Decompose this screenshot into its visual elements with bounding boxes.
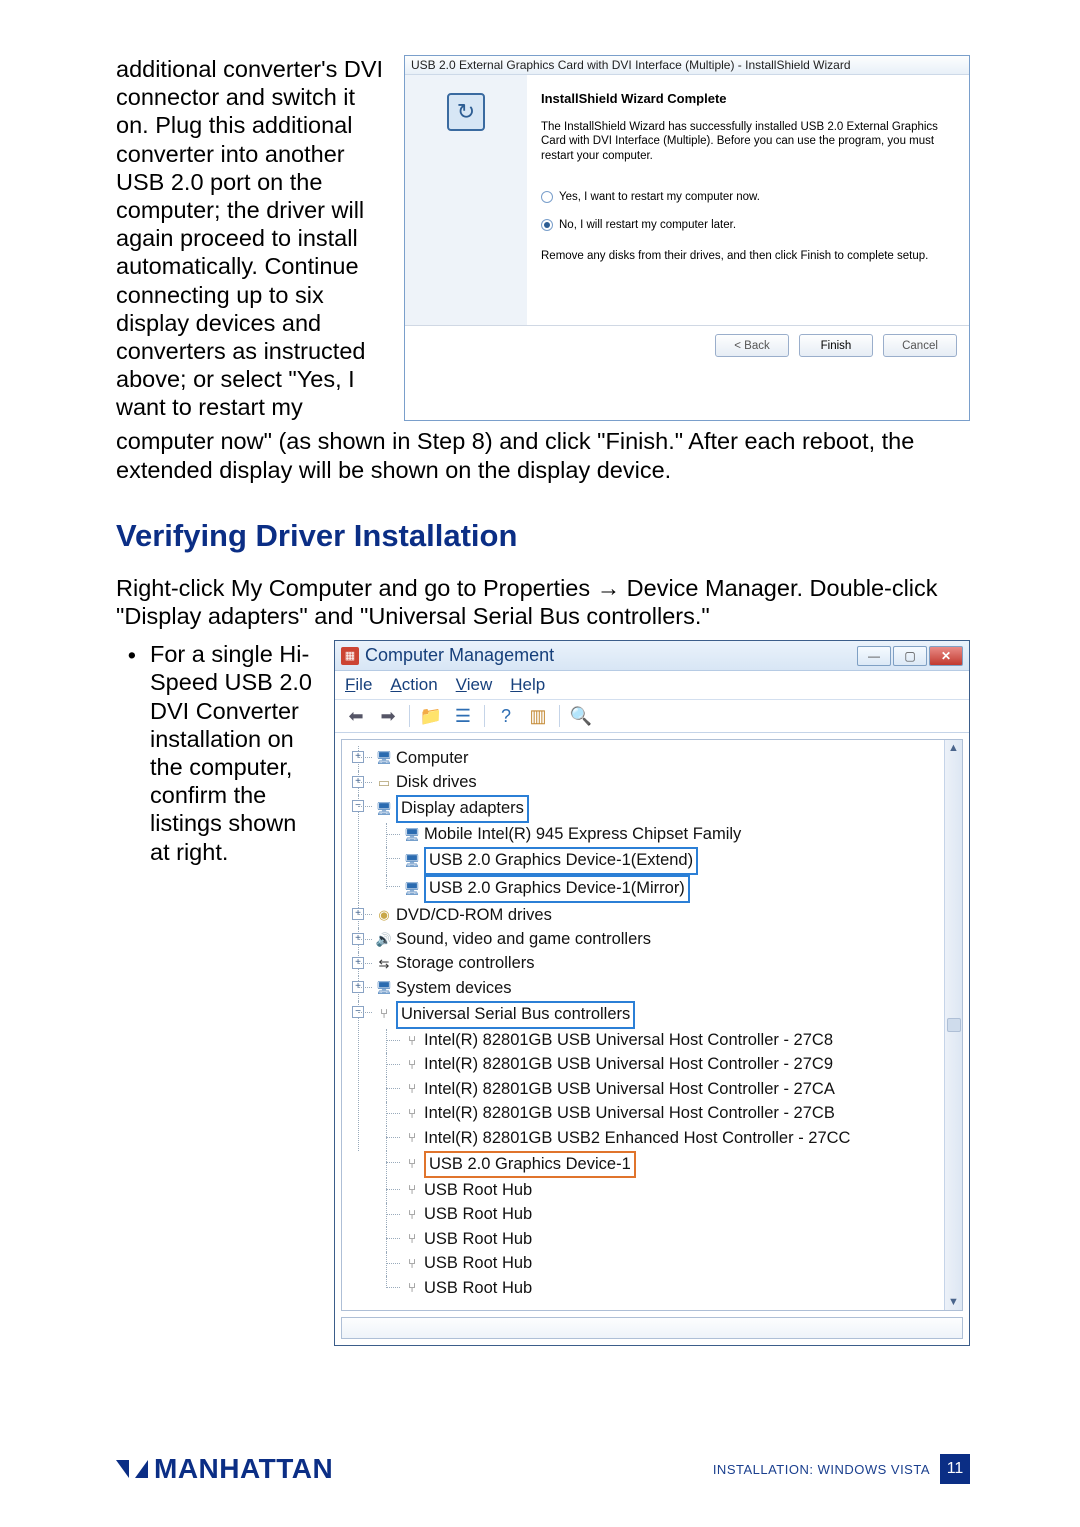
wizard-description: The InstallShield Wizard has successfull…	[541, 120, 955, 163]
menu-help[interactable]: Help	[510, 675, 545, 695]
back-button: < Back	[715, 334, 789, 357]
cd-icon: ◉	[376, 908, 392, 924]
tree-sound[interactable]: +🔊Sound, video and game controllers	[348, 928, 958, 952]
wizard-icon: ↻	[447, 93, 485, 131]
finish-button[interactable]: Finish	[799, 334, 873, 357]
bullet-marker: •	[116, 640, 136, 1346]
adapter-icon: 🖥	[404, 827, 420, 843]
computer-icon: 🖥	[376, 751, 392, 767]
radio-icon-selected	[541, 219, 553, 231]
wizard-titlebar: USB 2.0 External Graphics Card with DVI …	[405, 56, 969, 75]
tree-item[interactable]: ⑂USB 2.0 Graphics Device-1	[376, 1151, 958, 1179]
usb-icon: ⑂	[404, 1082, 420, 1098]
cm-title: Computer Management	[365, 645, 849, 666]
scroll-up-icon[interactable]: ▲	[948, 742, 959, 754]
adapter-icon: 🖥	[404, 853, 420, 869]
usb-icon: ⑂	[404, 1280, 420, 1296]
brand-name: MANHATTAN	[154, 1453, 333, 1485]
usb-icon: ⑂	[404, 1106, 420, 1122]
nav-back-icon[interactable]: ⬅	[343, 704, 369, 728]
usb-icon: ⑂	[404, 1157, 420, 1173]
tree-item[interactable]: ⑂USB Root Hub	[376, 1178, 958, 1202]
sound-icon: 🔊	[376, 932, 392, 948]
usb-icon: ⑂	[404, 1232, 420, 1248]
view-icon[interactable]: ▥	[525, 704, 551, 728]
tree-item[interactable]: ⑂Intel(R) 82801GB USB Universal Host Con…	[376, 1029, 958, 1053]
nav-forward-icon[interactable]: ➡	[375, 704, 401, 728]
system-icon: 🖥	[376, 981, 392, 997]
cm-app-icon: ▦	[341, 647, 359, 665]
help-icon[interactable]: ?	[493, 704, 519, 728]
section-heading: Verifying Driver Installation	[116, 518, 970, 554]
tree-item[interactable]: 🖥USB 2.0 Graphics Device-1(Extend)	[376, 847, 958, 875]
tree-item[interactable]: 🖥Mobile Intel(R) 945 Express Chipset Fam…	[376, 823, 958, 847]
radio-label: No, I will restart my computer later.	[559, 219, 736, 231]
tree-item[interactable]: ⑂USB Root Hub	[376, 1252, 958, 1276]
tree-system[interactable]: +🖥System devices	[348, 976, 958, 1000]
menu-file[interactable]: File	[345, 675, 372, 695]
footer-section-label: INSTALLATION: WINDOWS VISTA	[713, 1462, 930, 1477]
cancel-button: Cancel	[883, 334, 957, 357]
menu-view[interactable]: View	[456, 675, 493, 695]
tree-item[interactable]: ⑂Intel(R) 82801GB USB2 Enhanced Host Con…	[376, 1126, 958, 1150]
cm-menubar: File Action View Help	[335, 671, 969, 700]
brand-logo: MANHATTAN	[116, 1453, 333, 1485]
tree-item[interactable]: ⑂Intel(R) 82801GB USB Universal Host Con…	[376, 1102, 958, 1126]
cm-toolbar: ⬅ ➡ 📁 ☰ ? ▥ 🔍	[335, 700, 969, 733]
adapter-icon: 🖥	[404, 881, 420, 897]
radio-icon	[541, 191, 553, 203]
computer-management-window: ▦ Computer Management — ▢ ✕ File Action …	[334, 640, 970, 1346]
tree-computer[interactable]: +🖥Computer	[348, 746, 958, 770]
wizard-heading: InstallShield Wizard Complete	[541, 91, 955, 106]
cm-statusbar	[341, 1317, 963, 1339]
installshield-wizard-window: USB 2.0 External Graphics Card with DVI …	[404, 55, 970, 421]
tree-item[interactable]: ⑂USB Root Hub	[376, 1276, 958, 1300]
scroll-thumb[interactable]	[947, 1018, 961, 1032]
page-number: 11	[940, 1454, 970, 1484]
storage-icon: ⇆	[376, 956, 392, 972]
properties-icon[interactable]: ☰	[450, 704, 476, 728]
maximize-button[interactable]: ▢	[893, 646, 927, 666]
logo-mark-icon	[116, 1456, 148, 1482]
tree-disk-drives[interactable]: +▭Disk drives	[348, 771, 958, 795]
close-button[interactable]: ✕	[929, 646, 963, 666]
page-footer: MANHATTAN INSTALLATION: WINDOWS VISTA 11	[0, 1453, 1080, 1485]
radio-label: Yes, I want to restart my computer now.	[559, 191, 760, 203]
bullet-text: For a single Hi-Speed USB 2.0 DVI Conver…	[150, 640, 320, 1346]
usb-icon: ⑂	[404, 1207, 420, 1223]
wizard-sidebar: ↻	[405, 75, 527, 325]
display-icon: 🖥	[376, 801, 392, 817]
cm-titlebar: ▦ Computer Management — ▢ ✕	[335, 641, 969, 671]
radio-restart-now[interactable]: Yes, I want to restart my computer now.	[541, 191, 955, 203]
usb-icon: ⑂	[404, 1183, 420, 1199]
minimize-button[interactable]: —	[857, 646, 891, 666]
scrollbar[interactable]: ▲ ▼	[944, 740, 962, 1310]
scan-icon[interactable]: 🔍	[568, 704, 594, 728]
scroll-down-icon[interactable]: ▼	[948, 1296, 959, 1308]
tree-display-adapters[interactable]: −🖥Display adapters 🖥Mobile Intel(R) 945 …	[348, 795, 958, 903]
menu-action[interactable]: Action	[390, 675, 437, 695]
usb-icon: ⑂	[404, 1033, 420, 1049]
body-instructions: Right-click My Computer and go to Proper…	[116, 574, 970, 630]
intro-paragraph-left: additional converter's DVI connector and…	[116, 55, 386, 421]
radio-restart-later[interactable]: No, I will restart my computer later.	[541, 219, 955, 231]
tree-dvd[interactable]: +◉DVD/CD-ROM drives	[348, 903, 958, 927]
tree-item[interactable]: 🖥USB 2.0 Graphics Device-1(Mirror)	[376, 875, 958, 903]
disk-icon: ▭	[376, 775, 392, 791]
tree-storage[interactable]: +⇆Storage controllers	[348, 952, 958, 976]
tree-item[interactable]: ⑂USB Root Hub	[376, 1227, 958, 1251]
tree-usb-controllers[interactable]: −⑂Universal Serial Bus controllers ⑂Inte…	[348, 1001, 958, 1301]
usb-icon: ⑂	[404, 1131, 420, 1147]
usb-icon: ⑂	[376, 1007, 392, 1023]
intro-paragraph-continued: computer now" (as shown in Step 8) and c…	[116, 427, 970, 483]
tree-item[interactable]: ⑂Intel(R) 82801GB USB Universal Host Con…	[376, 1077, 958, 1101]
tree-item[interactable]: ⑂Intel(R) 82801GB USB Universal Host Con…	[376, 1053, 958, 1077]
usb-icon: ⑂	[404, 1256, 420, 1272]
usb-icon: ⑂	[404, 1057, 420, 1073]
cm-tree-panel: +🖥Computer +▭Disk drives −🖥Display adapt…	[341, 739, 963, 1311]
folder-up-icon[interactable]: 📁	[418, 704, 444, 728]
wizard-note: Remove any disks from their drives, and …	[541, 249, 955, 263]
tree-item[interactable]: ⑂USB Root Hub	[376, 1203, 958, 1227]
device-tree: +🖥Computer +▭Disk drives −🖥Display adapt…	[348, 746, 958, 1300]
